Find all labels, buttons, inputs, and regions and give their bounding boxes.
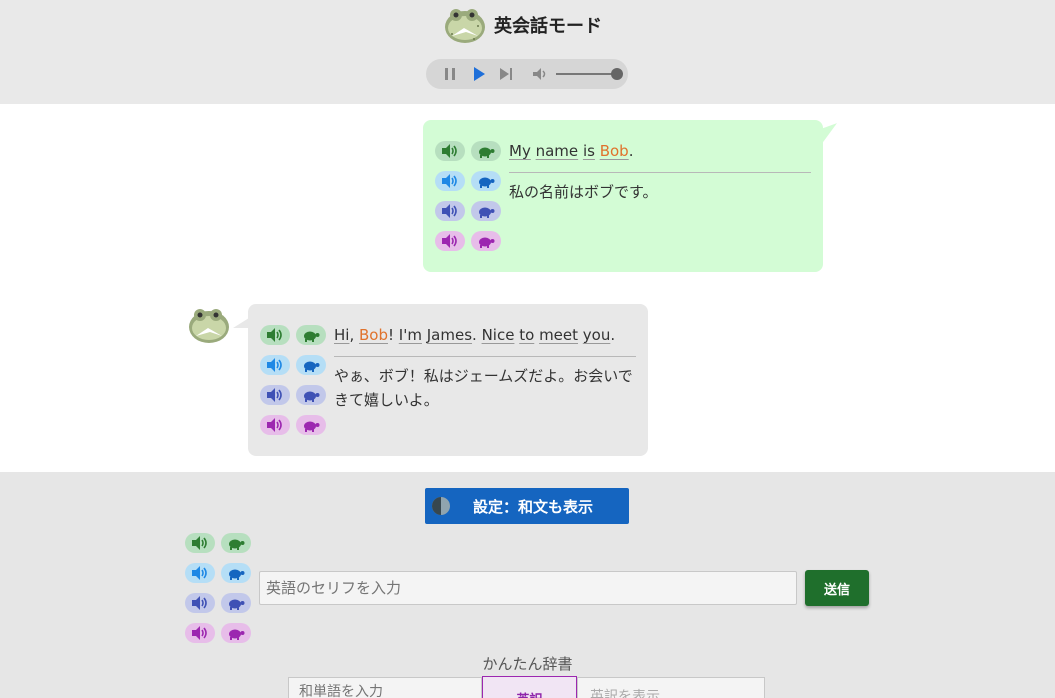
english-line-input[interactable] [259,571,797,605]
english-sentence: My name is Bob. [509,142,633,160]
word-link[interactable]: I'm [399,326,422,344]
audio-player [426,59,628,89]
punctuation: . [628,142,634,160]
voice-row-green [185,533,257,553]
play-icon[interactable] [471,66,487,82]
punctuation: ! [388,326,399,344]
contrast-icon [432,497,450,515]
turtle-icon[interactable] [221,623,251,643]
turtle-icon[interactable] [296,325,326,345]
dictionary-label: かんたん辞書 [482,655,573,673]
avatar [189,309,229,343]
turtle-icon[interactable] [221,593,251,613]
punctuation: , [349,326,359,344]
voice-row-purple [260,415,332,435]
word-link[interactable]: My [509,142,531,160]
turtle-icon[interactable] [221,533,251,553]
frog-logo-icon [445,9,485,43]
voice-row-green [260,325,332,345]
voice-row-purple [185,623,257,643]
turtle-icon[interactable] [471,231,501,251]
word-link[interactable]: Nice [482,326,515,344]
translation-result: 英訳を表示 [577,677,765,698]
divider [334,356,636,357]
speaker-icon[interactable] [435,231,465,251]
settings-toggle-button[interactable]: 設定：和文も表示 [425,488,629,524]
speaker-icon[interactable] [185,533,215,553]
word-link[interactable]: James [427,326,472,344]
page-title: 英会話モード [494,16,602,37]
turtle-icon[interactable] [296,415,326,435]
bubble-tail [821,123,837,145]
word-link[interactable]: to [519,326,534,344]
voice-row-indigo [435,201,507,221]
japanese-translation: やぁ、ボブ！私はジェームズだよ。お会いできて嬉しいよ。 [334,367,633,409]
voice-row-purple [435,231,507,251]
speaker-icon[interactable] [435,201,465,221]
turtle-icon[interactable] [221,563,251,583]
speaker-icon[interactable] [185,563,215,583]
voice-row-indigo [185,593,257,613]
dictionary-input[interactable] [288,677,482,698]
volume-slider[interactable] [556,68,623,80]
english-sentence: Hi, Bob! I'm James. Nice to meet you. [334,326,615,344]
app-title: 英会話モード [444,6,602,44]
turtle-icon[interactable] [471,201,501,221]
speaker-icon[interactable] [260,355,290,375]
volume-icon[interactable] [532,66,548,82]
translate-button[interactable]: 英訳 [482,676,577,698]
header-bar: 英会話モード [0,0,1055,104]
turtle-icon[interactable] [471,141,501,161]
turtle-icon[interactable] [296,355,326,375]
speaker-icon[interactable] [260,325,290,345]
word-link[interactable]: is [583,142,595,160]
volume-slider-knob[interactable] [611,68,623,80]
name-word[interactable]: Bob [600,142,629,160]
speaker-icon[interactable] [185,623,215,643]
word-link[interactable]: you [583,326,611,344]
speaker-icon[interactable] [260,415,290,435]
word-link[interactable]: meet [539,326,578,344]
settings-label: 設定：和文も表示 [473,497,594,516]
speaker-icon[interactable] [260,385,290,405]
voice-row-lightblue [185,563,257,583]
punctuation: . [472,326,482,344]
bubble-tail [233,318,249,328]
japanese-translation: 私の名前はボブです。 [509,183,658,201]
send-button[interactable]: 送信 [805,570,869,606]
turtle-icon[interactable] [471,171,501,191]
name-word[interactable]: Bob [359,326,388,344]
pause-icon[interactable] [442,66,458,82]
speaker-icon[interactable] [185,593,215,613]
turtle-icon[interactable] [296,385,326,405]
voice-row-indigo [260,385,332,405]
speaker-icon[interactable] [435,171,465,191]
speaker-icon[interactable] [435,141,465,161]
voice-row-green [435,141,507,161]
voice-row-lightblue [260,355,332,375]
word-link[interactable]: Hi [334,326,349,344]
voice-row-lightblue [435,171,507,191]
divider [509,172,811,173]
punctuation: . [610,326,616,344]
skip-next-icon[interactable] [498,66,514,82]
word-link[interactable]: name [536,142,579,160]
